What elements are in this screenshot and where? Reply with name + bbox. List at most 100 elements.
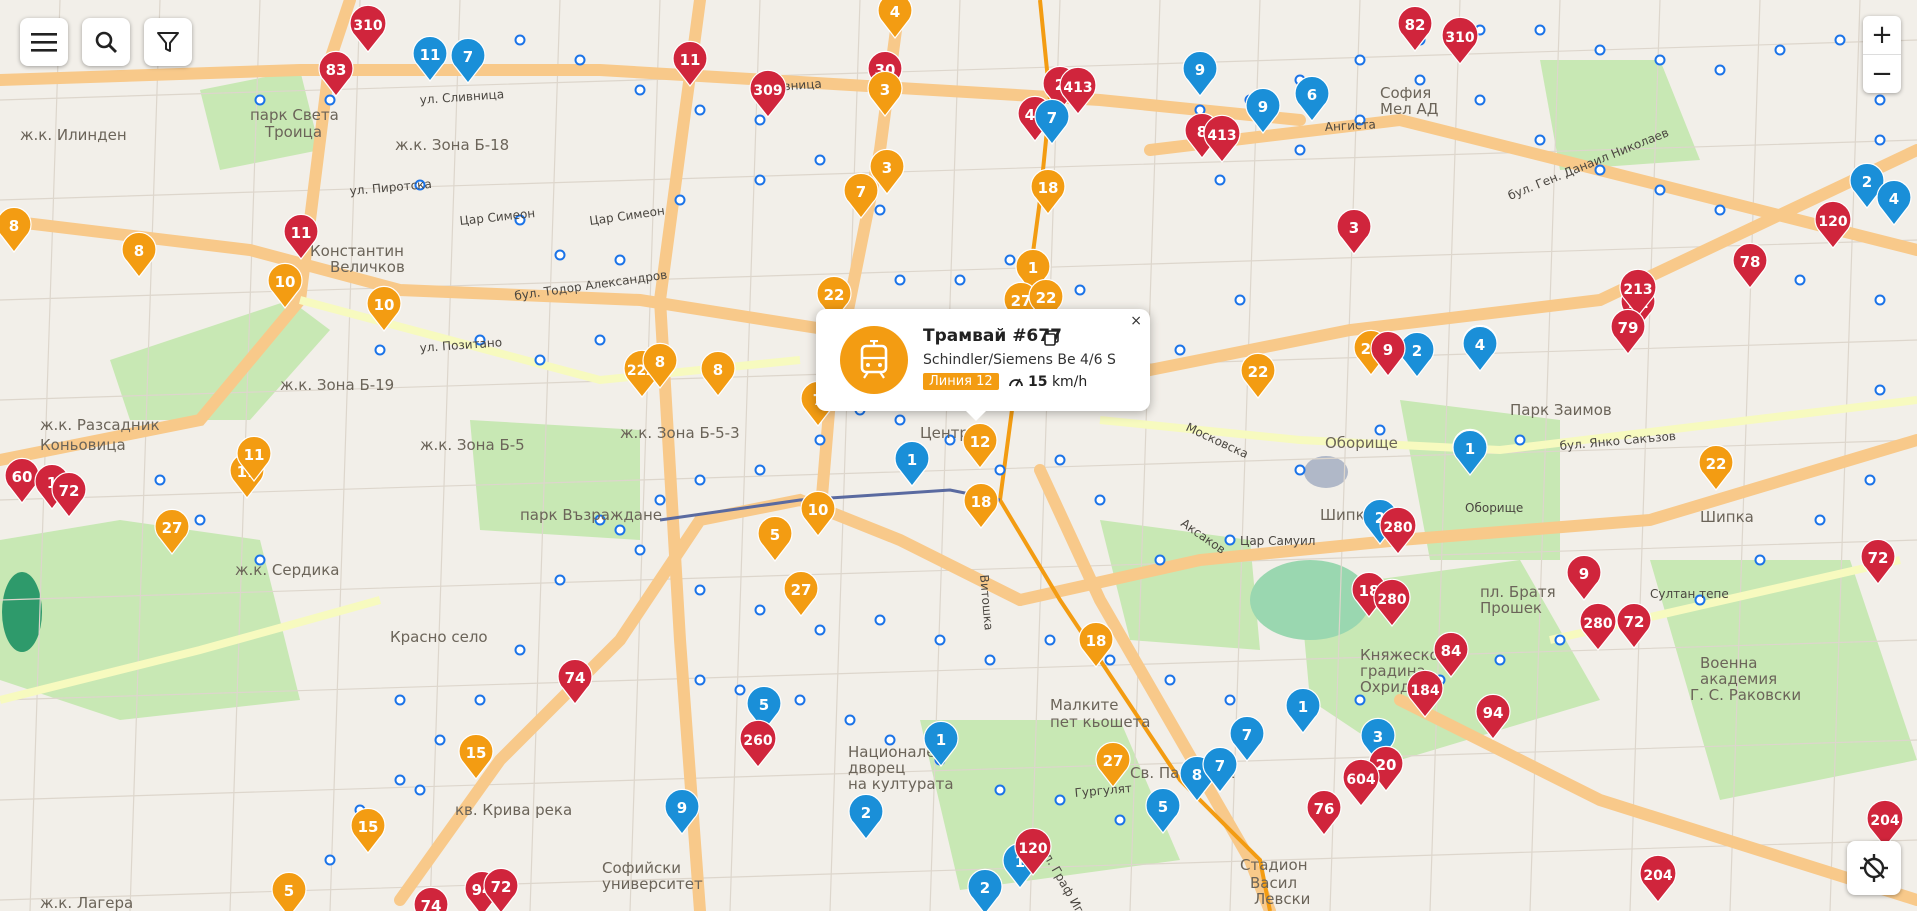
zoom-in-button[interactable]: + — [1863, 16, 1901, 54]
filter-button[interactable] — [144, 18, 192, 66]
stop-dot[interactable] — [1474, 94, 1486, 106]
stop-dot[interactable] — [694, 674, 706, 686]
stop-dot[interactable] — [1714, 64, 1726, 76]
stop-dot[interactable] — [1354, 54, 1366, 66]
stop-dot[interactable] — [1004, 254, 1016, 266]
zoom-out-button[interactable]: − — [1863, 54, 1901, 93]
stop-dot[interactable] — [594, 334, 606, 346]
stop-dot[interactable] — [844, 714, 856, 726]
stop-dot[interactable] — [984, 654, 996, 666]
vehicle-marker-label: 22 — [824, 286, 845, 304]
stop-dot[interactable] — [1874, 294, 1886, 306]
place-label: ж.к. Лагера — [40, 894, 133, 911]
stop-dot[interactable] — [1774, 44, 1786, 56]
stop-dot[interactable] — [814, 434, 826, 446]
stop-dot[interactable] — [1794, 274, 1806, 286]
stop-dot[interactable] — [394, 774, 406, 786]
close-popup-button[interactable]: × — [1130, 313, 1142, 329]
stop-dot[interactable] — [674, 194, 686, 206]
stop-dot[interactable] — [154, 474, 166, 486]
stop-dot[interactable] — [694, 584, 706, 596]
stop-dot[interactable] — [1114, 814, 1126, 826]
map-canvas[interactable]: ж.к. Илинден ж.к. Зона Б-18 ж.к. Зона Б-19… — [0, 0, 1917, 911]
stop-dot[interactable] — [514, 34, 526, 46]
stop-dot[interactable] — [1814, 514, 1826, 526]
stop-dot[interactable] — [894, 414, 906, 426]
stop-dot[interactable] — [634, 84, 646, 96]
stop-dot[interactable] — [324, 854, 336, 866]
stop-dot[interactable] — [1534, 134, 1546, 146]
stop-dot[interactable] — [754, 604, 766, 616]
stop-dot[interactable] — [374, 344, 386, 356]
stop-dot[interactable] — [1174, 344, 1186, 356]
stop-dot[interactable] — [414, 784, 426, 796]
stop-dot[interactable] — [1044, 634, 1056, 646]
stop-dot[interactable] — [194, 514, 206, 526]
stop-dot[interactable] — [874, 204, 886, 216]
line-badge[interactable]: Линия 12 — [923, 373, 999, 390]
stop-dot[interactable] — [634, 544, 646, 556]
stop-dot[interactable] — [1654, 54, 1666, 66]
stop-dot[interactable] — [1754, 554, 1766, 566]
stop-dot[interactable] — [614, 254, 626, 266]
stop-dot[interactable] — [1224, 534, 1236, 546]
stop-dot[interactable] — [1494, 654, 1506, 666]
stop-dot[interactable] — [254, 94, 266, 106]
stop-dot[interactable] — [1224, 694, 1236, 706]
stop-dot[interactable] — [934, 634, 946, 646]
copy-icon[interactable] — [1044, 330, 1060, 346]
stop-dot[interactable] — [1164, 674, 1176, 686]
search-button[interactable] — [82, 18, 130, 66]
stop-dot[interactable] — [1054, 454, 1066, 466]
stop-dot[interactable] — [1554, 634, 1566, 646]
stop-dot[interactable] — [994, 784, 1006, 796]
stop-dot[interactable] — [994, 464, 1006, 476]
stop-dot[interactable] — [324, 94, 336, 106]
stop-dot[interactable] — [1864, 474, 1876, 486]
stop-dot[interactable] — [574, 54, 586, 66]
stop-dot[interactable] — [1654, 184, 1666, 196]
stop-dot[interactable] — [954, 274, 966, 286]
stop-dot[interactable] — [874, 614, 886, 626]
stop-dot[interactable] — [1354, 694, 1366, 706]
stop-dot[interactable] — [754, 464, 766, 476]
stop-dot[interactable] — [1154, 554, 1166, 566]
stop-dot[interactable] — [1294, 144, 1306, 156]
stop-dot[interactable] — [1514, 434, 1526, 446]
stop-dot[interactable] — [1874, 94, 1886, 106]
stop-dot[interactable] — [694, 474, 706, 486]
stop-dot[interactable] — [514, 644, 526, 656]
stop-dot[interactable] — [1094, 494, 1106, 506]
stop-dot[interactable] — [1214, 174, 1226, 186]
stop-dot[interactable] — [1104, 654, 1116, 666]
stop-dot[interactable] — [1714, 204, 1726, 216]
stop-dot[interactable] — [1234, 294, 1246, 306]
stop-dot[interactable] — [654, 494, 666, 506]
stop-dot[interactable] — [894, 274, 906, 286]
stop-dot[interactable] — [734, 684, 746, 696]
stop-dot[interactable] — [754, 114, 766, 126]
stop-dot[interactable] — [1834, 34, 1846, 46]
menu-button[interactable] — [20, 18, 68, 66]
stop-dot[interactable] — [474, 694, 486, 706]
stop-dot[interactable] — [814, 624, 826, 636]
stop-dot[interactable] — [534, 354, 546, 366]
stop-dot[interactable] — [554, 574, 566, 586]
stop-dot[interactable] — [1294, 464, 1306, 476]
stop-dot[interactable] — [694, 104, 706, 116]
stop-dot[interactable] — [1874, 134, 1886, 146]
stop-dot[interactable] — [794, 694, 806, 706]
stop-dot[interactable] — [614, 524, 626, 536]
vehicle-marker-label: 9 — [1195, 61, 1205, 79]
stop-dot[interactable] — [1054, 794, 1066, 806]
stop-dot[interactable] — [1534, 24, 1546, 36]
stop-dot[interactable] — [434, 734, 446, 746]
stop-dot[interactable] — [1074, 284, 1086, 296]
stop-dot[interactable] — [1594, 44, 1606, 56]
stop-dot[interactable] — [814, 154, 826, 166]
stop-dot[interactable] — [1874, 384, 1886, 396]
stop-dot[interactable] — [754, 174, 766, 186]
stop-dot[interactable] — [554, 249, 566, 261]
locate-button[interactable] — [1847, 841, 1901, 895]
stop-dot[interactable] — [394, 694, 406, 706]
